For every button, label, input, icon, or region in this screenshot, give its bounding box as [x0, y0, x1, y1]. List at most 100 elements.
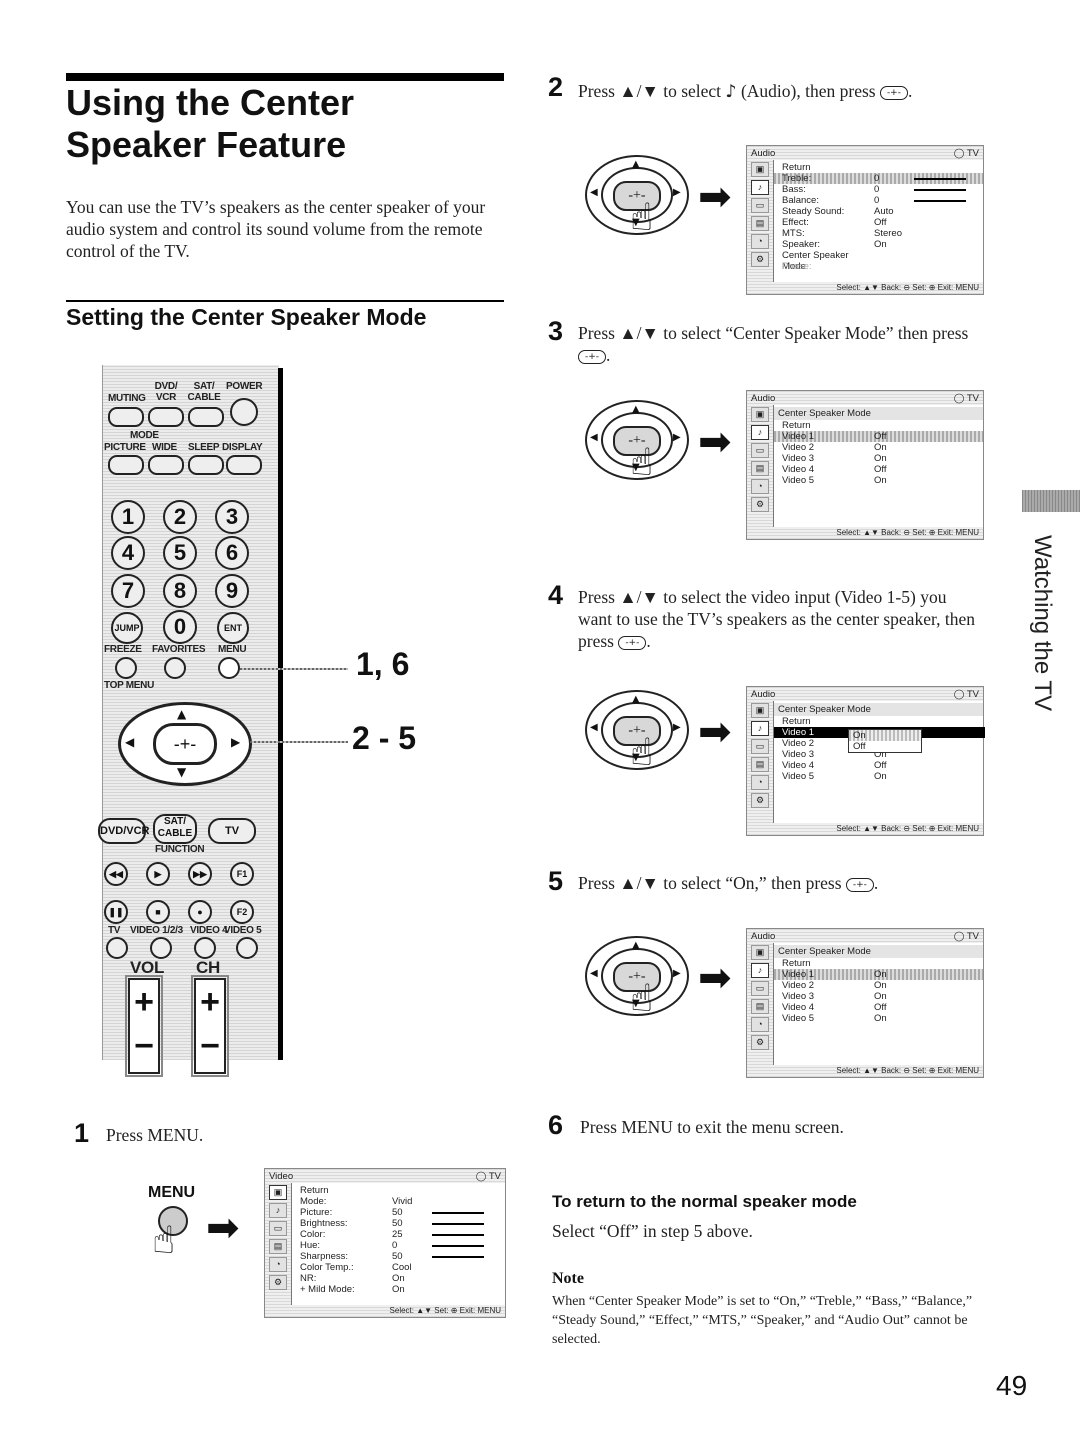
jump-button[interactable]: JUMP	[111, 612, 143, 644]
input-video-4-button[interactable]	[194, 937, 216, 959]
sleep-button[interactable]	[188, 455, 224, 475]
osd-menu-row[interactable]: Video 4 Off	[774, 464, 983, 475]
osd-menu-row[interactable]: Speaker: On	[774, 239, 983, 250]
enter-button[interactable]: -+-	[153, 723, 217, 765]
function-tv-button[interactable]: TV	[208, 818, 256, 844]
play-button[interactable]: ▶	[146, 862, 170, 886]
osd-menu-row[interactable]: Brightness: 50	[292, 1218, 505, 1229]
osd-menu-row[interactable]: MTS: Stereo	[774, 228, 983, 239]
osd-row-label: Video 5	[782, 1013, 815, 1024]
down-arrow-icon[interactable]: ▼	[177, 765, 186, 779]
picture-button[interactable]	[108, 455, 144, 475]
volume-down[interactable]: −	[130, 1024, 158, 1068]
channel-rocker[interactable]: + −	[191, 975, 229, 1077]
osd-menu-row[interactable]: Sharpness: 50	[292, 1251, 505, 1262]
function-sat-cable-button[interactable]: SAT/ CABLE	[153, 814, 197, 844]
label-sleep: SLEEP	[188, 442, 220, 453]
osd-menu-row[interactable]: Video 5 On	[774, 771, 983, 782]
osd-menu-row[interactable]: Color Temp.: Cool	[292, 1262, 505, 1273]
digit-8-button[interactable]: 8	[163, 574, 197, 608]
input-tv-button[interactable]	[106, 937, 128, 959]
menu-button[interactable]	[218, 657, 240, 679]
osd-menu-row[interactable]: Effect: Off	[774, 217, 983, 228]
osd-menu-row[interactable]: Phase:	[774, 261, 983, 272]
step-6-number: 6	[548, 1110, 564, 1140]
osd-menu-row[interactable]: Return	[292, 1185, 505, 1196]
osd-menu-row[interactable]: Video 3 On	[774, 991, 983, 1002]
record-button[interactable]: ●	[188, 900, 212, 924]
osd-menu-row[interactable]: Video 4 Off	[774, 1002, 983, 1013]
popup-option-off[interactable]: Off	[849, 741, 921, 752]
osd-menu-row[interactable]: Center Speaker Mode	[774, 250, 983, 272]
note-text: When “Center Speaker Mode” is set to “On…	[552, 1294, 973, 1347]
osd-menu-row[interactable]: Return	[774, 958, 983, 969]
fast-forward-button[interactable]: ▶▶	[188, 862, 212, 886]
digit-1-button[interactable]: 1	[111, 500, 145, 534]
digit-7-button[interactable]: 7	[111, 574, 145, 608]
input-video-5-button[interactable]	[236, 937, 258, 959]
osd-menu-row[interactable]: Video 4 Off	[774, 760, 983, 771]
setup-icon: ⚙	[751, 793, 769, 808]
directional-pad[interactable]: ▲ ▼ ◀ ▶ -+-	[118, 702, 252, 786]
osd-menu-row[interactable]: Video 1 On	[774, 969, 983, 980]
f2-button[interactable]: F2	[230, 900, 254, 924]
left-arrow-icon[interactable]: ◀	[125, 735, 134, 749]
osd-menu-row[interactable]: Video 5 On	[774, 475, 983, 486]
favorites-button[interactable]	[164, 657, 186, 679]
osd-row-label: Brightness:	[300, 1218, 348, 1229]
up-arrow-icon[interactable]: ▲	[177, 707, 186, 721]
digit-5-button[interactable]: 5	[163, 536, 197, 570]
wide-button[interactable]	[148, 455, 184, 475]
label-picture: PICTURE	[104, 442, 146, 453]
osd-menu-row[interactable]: Video 1 Off	[774, 431, 983, 442]
volume-rocker[interactable]: + −	[125, 975, 163, 1077]
osd-menu-row[interactable]: Return	[774, 420, 983, 431]
osd-menu-row[interactable]: Return	[774, 716, 983, 727]
osd-menu-row[interactable]: Steady Sound: Auto	[774, 206, 983, 217]
digit-9-button[interactable]: 9	[215, 574, 249, 608]
digit-0-button[interactable]: 0	[163, 610, 197, 644]
video-icon: ▣	[751, 945, 769, 960]
freeze-button[interactable]	[115, 657, 137, 679]
osd-menu-row[interactable]: Picture: 50	[292, 1207, 505, 1218]
digit-3-button[interactable]: 3	[215, 500, 249, 534]
channel-up[interactable]: +	[196, 980, 224, 1024]
up-arrow-icon: ▲	[632, 404, 640, 415]
osd-menu-row[interactable]: Video 5 On	[774, 1013, 983, 1024]
digit-4-button[interactable]: 4	[111, 536, 145, 570]
osd-row-value	[874, 420, 914, 431]
ent-button[interactable]: ENT	[217, 612, 249, 644]
stop-button[interactable]: ■	[146, 900, 170, 924]
osd-menu-row[interactable]: Color: 25	[292, 1229, 505, 1240]
osd-menu-row[interactable]: Video 2 On	[774, 980, 983, 991]
digit-6-button[interactable]: 6	[215, 536, 249, 570]
osd-menu-row[interactable]: Video 3 On	[774, 453, 983, 464]
channel-down[interactable]: −	[196, 1024, 224, 1068]
input-video-123-button[interactable]	[150, 937, 172, 959]
function-dvd-vcr-button[interactable]: DVD/VCR	[98, 818, 150, 844]
osd-tv-indicator: ◯ TV	[953, 147, 979, 159]
digit-2-button[interactable]: 2	[163, 500, 197, 534]
dvd-vcr-button[interactable]	[148, 407, 184, 427]
osd-menu-row[interactable]: Mode: Vivid	[292, 1196, 505, 1207]
osd-menu-row[interactable]: Bass: 0	[774, 184, 983, 195]
step-1-text: Press MENU.	[106, 1125, 204, 1145]
osd-menu-row[interactable]: NR: On	[292, 1273, 505, 1284]
sat-cable-button[interactable]	[188, 407, 224, 427]
display-button[interactable]	[226, 455, 262, 475]
volume-up[interactable]: +	[130, 980, 158, 1024]
f1-button[interactable]: F1	[230, 862, 254, 886]
osd-menu-row[interactable]: Balance: 0	[774, 195, 983, 206]
muting-button[interactable]	[108, 407, 144, 427]
osd-menu-row[interactable]: Return	[774, 162, 983, 173]
pause-button[interactable]: ❚❚	[104, 900, 128, 924]
osd-row-label: Color Temp.:	[300, 1262, 354, 1273]
osd-menu-row[interactable]: Video 2 On	[774, 442, 983, 453]
osd-menu-row[interactable]: Treble: 0	[774, 173, 983, 184]
right-arrow-icon[interactable]: ▶	[231, 735, 240, 749]
rewind-button[interactable]: ◀◀	[104, 862, 128, 886]
power-button[interactable]	[230, 398, 258, 426]
popup-option-on[interactable]: On	[849, 730, 921, 741]
osd-menu-row[interactable]: Hue: 0	[292, 1240, 505, 1251]
osd-menu-row[interactable]: + Mild Mode: On	[292, 1284, 505, 1295]
